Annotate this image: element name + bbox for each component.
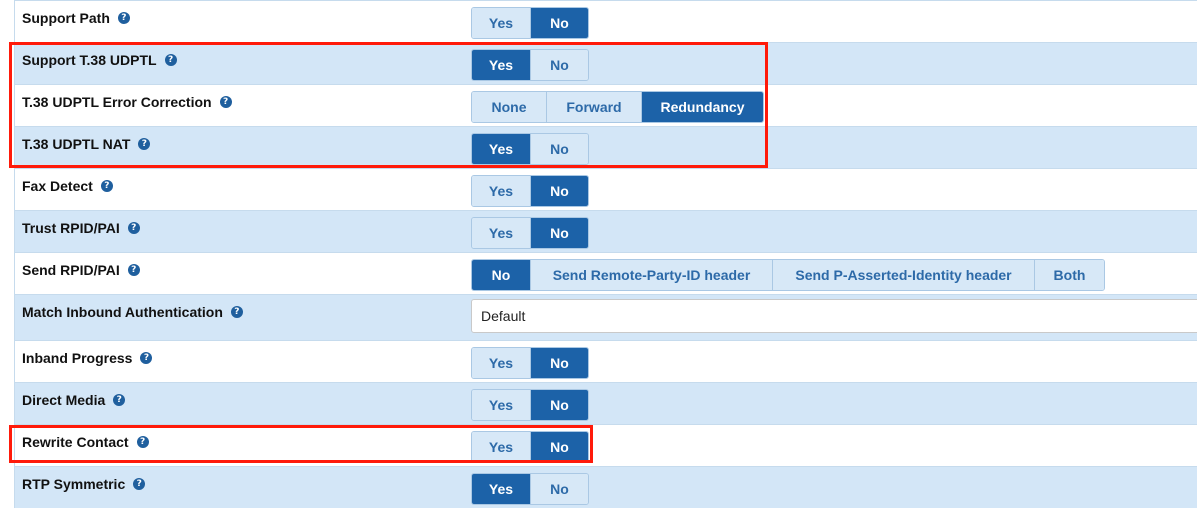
setting-row-trust-rpid-pai: Trust RPID/PAI ? Yes No: [14, 210, 1197, 252]
settings-table: Support Path ? Yes No Support T.38 UDPTL…: [14, 0, 1197, 508]
setting-row-t38-error-correction: T.38 UDPTL Error Correction ? None Forwa…: [14, 84, 1197, 126]
send-rpid-pai-selector: No Send Remote-Party-ID header Send P-As…: [471, 259, 1105, 291]
setting-row-send-rpid-pai: Send RPID/PAI ? No Send Remote-Party-ID …: [14, 252, 1197, 294]
setting-row-support-t38-udptl: Support T.38 UDPTL ? Yes No: [14, 42, 1197, 84]
yes-button[interactable]: Yes: [472, 390, 530, 420]
direct-media-toggle: Yes No: [471, 389, 589, 421]
no-button[interactable]: No: [530, 176, 588, 206]
setting-label: Fax Detect: [22, 178, 93, 194]
yes-button[interactable]: Yes: [472, 8, 530, 38]
no-button[interactable]: No: [530, 390, 588, 420]
option-p-asserted-identity-button[interactable]: Send P-Asserted-Identity header: [772, 260, 1034, 290]
setting-label: Trust RPID/PAI: [22, 220, 120, 236]
setting-label: RTP Symmetric: [22, 476, 126, 492]
setting-row-support-path: Support Path ? Yes No: [14, 0, 1197, 42]
option-forward-button[interactable]: Forward: [546, 92, 641, 122]
help-icon[interactable]: ?: [140, 352, 153, 364]
help-icon[interactable]: ?: [113, 394, 126, 406]
setting-label: T.38 UDPTL Error Correction: [22, 94, 212, 110]
help-icon[interactable]: ?: [219, 96, 232, 108]
support-t38-udptl-toggle: Yes No: [471, 49, 589, 81]
no-button[interactable]: No: [530, 50, 588, 80]
fax-detect-toggle: Yes No: [471, 175, 589, 207]
setting-label: Rewrite Contact: [22, 434, 129, 450]
support-path-toggle: Yes No: [471, 7, 589, 39]
option-remote-party-id-button[interactable]: Send Remote-Party-ID header: [530, 260, 772, 290]
help-icon[interactable]: ?: [100, 180, 113, 192]
no-button[interactable]: No: [530, 218, 588, 248]
setting-label: Direct Media: [22, 392, 106, 408]
yes-button[interactable]: Yes: [472, 432, 530, 462]
yes-button[interactable]: Yes: [472, 134, 530, 164]
t38-error-correction-selector: None Forward Redundancy: [471, 91, 764, 123]
help-icon[interactable]: ?: [133, 478, 146, 490]
no-button[interactable]: No: [530, 432, 588, 462]
setting-label: Support Path: [22, 10, 110, 26]
t38-udptl-nat-toggle: Yes No: [471, 133, 589, 165]
setting-label: Inband Progress: [22, 350, 133, 366]
setting-row-rewrite-contact: Rewrite Contact ? Yes No: [14, 424, 1197, 466]
no-button[interactable]: No: [530, 134, 588, 164]
help-icon[interactable]: ?: [127, 264, 140, 276]
inband-progress-toggle: Yes No: [471, 347, 589, 379]
help-icon[interactable]: ?: [117, 12, 130, 24]
setting-row-direct-media: Direct Media ? Yes No: [14, 382, 1197, 424]
no-button[interactable]: No: [530, 8, 588, 38]
setting-row-match-inbound-auth: Match Inbound Authentication ? Default: [14, 294, 1197, 340]
option-both-button[interactable]: Both: [1034, 260, 1104, 290]
option-redundancy-button[interactable]: Redundancy: [641, 92, 763, 122]
setting-label: Match Inbound Authentication: [22, 304, 223, 320]
help-icon[interactable]: ?: [127, 222, 140, 234]
setting-row-t38-udptl-nat: T.38 UDPTL NAT ? Yes No: [14, 126, 1197, 168]
setting-row-fax-detect: Fax Detect ? Yes No: [14, 168, 1197, 210]
no-button[interactable]: No: [530, 474, 588, 504]
setting-row-inband-progress: Inband Progress ? Yes No: [14, 340, 1197, 382]
yes-button[interactable]: Yes: [472, 474, 530, 504]
help-icon[interactable]: ?: [164, 54, 177, 66]
setting-label: Send RPID/PAI: [22, 262, 120, 278]
yes-button[interactable]: Yes: [472, 348, 530, 378]
yes-button[interactable]: Yes: [472, 176, 530, 206]
trust-rpid-pai-toggle: Yes No: [471, 217, 589, 249]
help-icon[interactable]: ?: [136, 436, 149, 448]
setting-label: Support T.38 UDPTL: [22, 52, 157, 68]
setting-label: T.38 UDPTL NAT: [22, 136, 131, 152]
yes-button[interactable]: Yes: [472, 50, 530, 80]
help-icon[interactable]: ?: [230, 306, 243, 318]
rtp-symmetric-toggle: Yes No: [471, 473, 589, 505]
setting-row-rtp-symmetric: RTP Symmetric ? Yes No: [14, 466, 1197, 508]
yes-button[interactable]: Yes: [472, 218, 530, 248]
no-button[interactable]: No: [530, 348, 588, 378]
option-none-button[interactable]: None: [472, 92, 546, 122]
match-inbound-auth-select[interactable]: Default: [471, 299, 1197, 333]
option-no-button[interactable]: No: [472, 260, 530, 290]
rewrite-contact-toggle: Yes No: [471, 431, 589, 463]
help-icon[interactable]: ?: [138, 138, 151, 150]
